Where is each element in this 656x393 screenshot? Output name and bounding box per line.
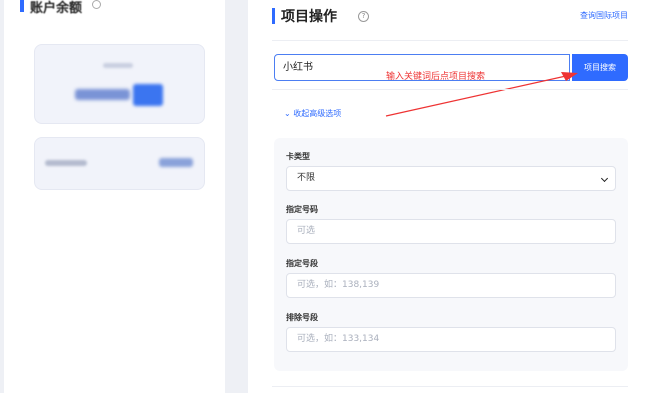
- left-help-icon[interactable]: [92, 0, 101, 9]
- account-card: [34, 137, 205, 190]
- balance-card: [34, 44, 205, 124]
- collapse-advanced-toggle[interactable]: ⌄ 收起高级选项: [284, 108, 341, 119]
- account-value-blurred[interactable]: [159, 158, 193, 167]
- card-type-value: 不限: [297, 173, 316, 183]
- balance-amount-blurred: [75, 89, 130, 100]
- annotation-text: 输入关键词后点项目搜索: [386, 72, 486, 82]
- project-panel: 项目操作 ? 查询国际项目 小红书 项目搜索 输入关键词后点项目搜索 ⌄ 收起高…: [248, 0, 656, 393]
- recharge-button-blurred[interactable]: [133, 84, 163, 106]
- balance-label-blurred: [103, 63, 133, 68]
- number-label: 指定号码: [286, 205, 318, 214]
- advanced-options-box: 卡类型 不限 指定号码 可选 指定号段 可选，如：138,139 排除号段 可选…: [274, 138, 628, 371]
- card-type-label: 卡类型: [286, 152, 310, 161]
- help-icon[interactable]: ?: [358, 11, 369, 22]
- divider: [272, 386, 628, 387]
- card-type-select[interactable]: 不限: [286, 166, 616, 191]
- left-panel-title: 账户余额: [30, 1, 83, 16]
- account-label-blurred: [45, 160, 87, 166]
- left-panel: 账户余额: [4, 0, 225, 393]
- divider: [272, 89, 628, 90]
- title-accent-bar: [272, 8, 275, 24]
- divider: [272, 40, 628, 41]
- chevron-down-icon: ⌄: [284, 109, 294, 118]
- segment-label: 指定号段: [286, 259, 318, 268]
- left-title-accent: [20, 0, 24, 12]
- collapse-label: 收起高级选项: [293, 109, 342, 118]
- exclude-input[interactable]: 可选，如：133,134: [286, 327, 616, 352]
- number-input[interactable]: 可选: [286, 219, 616, 244]
- chevron-down-icon: [600, 174, 609, 183]
- project-search-button[interactable]: 项目搜索: [572, 54, 628, 81]
- panel-title: 项目操作: [281, 9, 337, 25]
- exclude-label: 排除号段: [286, 313, 318, 322]
- segment-input[interactable]: 可选，如：138,139: [286, 273, 616, 298]
- intl-project-link[interactable]: 查询国际项目: [580, 10, 628, 21]
